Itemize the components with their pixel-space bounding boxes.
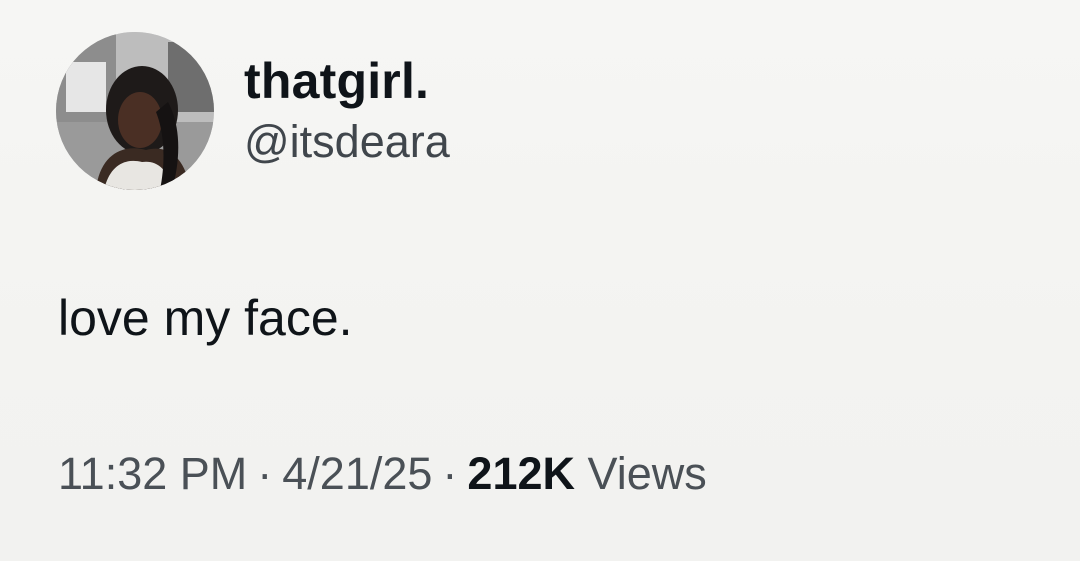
meta-separator: · <box>442 448 458 499</box>
author-names: thatgirl. @itsdeara <box>244 52 450 170</box>
avatar-image <box>56 32 214 190</box>
views-count: 212K <box>467 448 575 499</box>
avatar[interactable] <box>56 32 214 190</box>
meta-separator: · <box>257 448 273 499</box>
tweet-date[interactable]: 4/21/25 <box>282 448 432 499</box>
display-name[interactable]: thatgirl. <box>244 52 450 110</box>
tweet-text: love my face. <box>58 290 353 346</box>
tweet-meta: 11:32 PM · 4/21/25 · 212K Views <box>58 444 707 504</box>
views-label: Views <box>587 448 707 499</box>
tweet-card: thatgirl. @itsdeara love my face. 11:32 … <box>0 0 1080 561</box>
user-handle[interactable]: @itsdeara <box>244 114 450 170</box>
tweet-header: thatgirl. @itsdeara <box>56 32 450 190</box>
tweet-time[interactable]: 11:32 PM <box>58 448 247 499</box>
